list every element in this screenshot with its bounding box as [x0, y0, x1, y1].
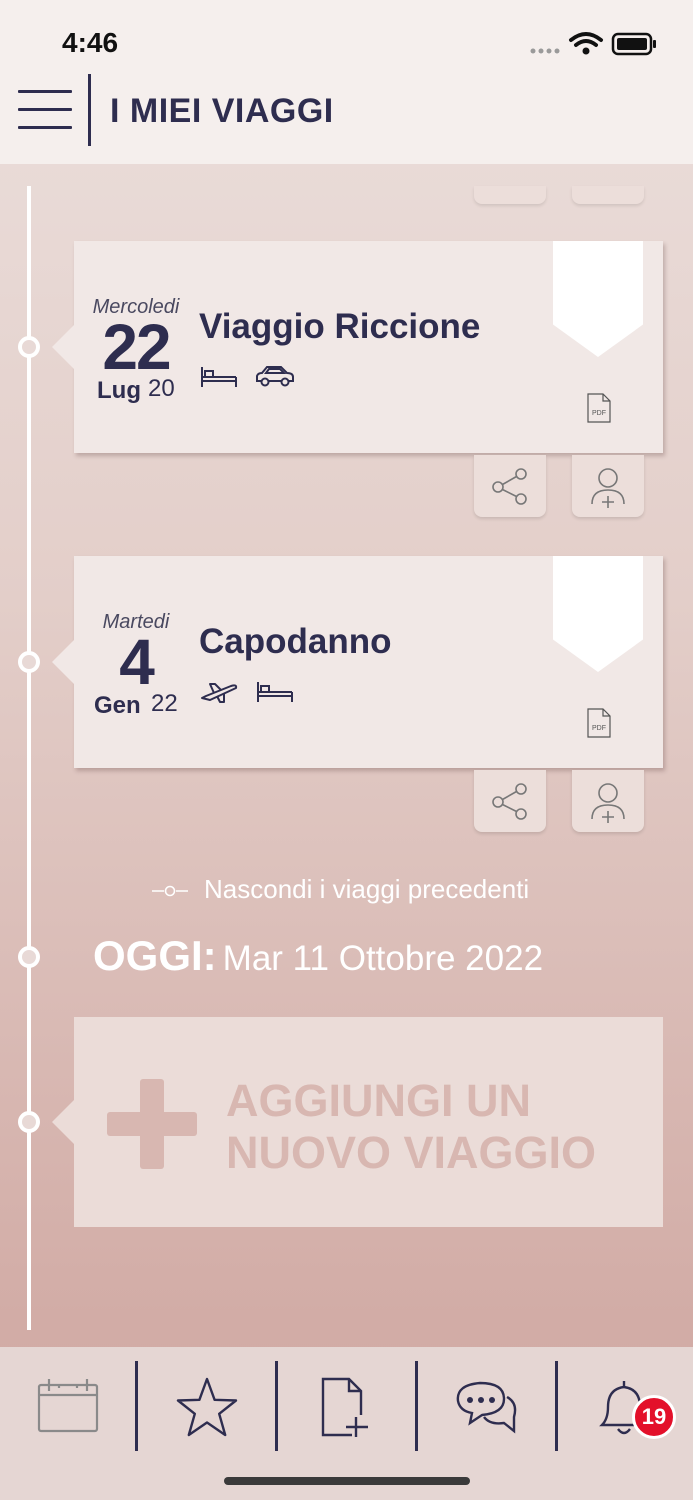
timeline-dot [18, 1111, 40, 1133]
page-title: I MIEI VIAGGI [110, 92, 334, 130]
add-document-icon[interactable] [312, 1375, 382, 1439]
today-row: OGGI: Mar 11 Ottobre 2022 [93, 932, 543, 980]
share-button-partial[interactable] [474, 186, 546, 204]
hide-previous-trips-link[interactable]: Nascondi i viaggi precedenti [152, 874, 529, 905]
trip-title[interactable]: Capodanno [199, 622, 391, 662]
trip-year: 22 [151, 690, 178, 717]
timeline-toggle-icon [152, 885, 188, 897]
pdf-icon[interactable]: PDF [587, 708, 611, 738]
share-icon [492, 468, 527, 505]
wifi-icon [569, 32, 603, 47]
bed-icon [201, 367, 237, 387]
status-time: 4:46 [62, 27, 119, 58]
share-icon [492, 783, 527, 820]
add-person-icon [591, 468, 625, 508]
trip-title[interactable]: Viaggio Riccione [199, 307, 480, 347]
menu-icon[interactable] [18, 90, 72, 132]
bookmark-ribbon[interactable] [553, 556, 643, 672]
trip-card[interactable]: Martedi 4 Gen 22 Capodanno PDF [52, 556, 663, 768]
trip-day: 22 [102, 311, 171, 383]
card-notch [52, 325, 74, 369]
home-indicator [224, 1477, 470, 1485]
timeline-dot [18, 651, 40, 673]
trip-month: Lug [97, 377, 141, 404]
card-notch [52, 640, 74, 684]
pdf-label: PDF [592, 725, 606, 732]
card-notch [52, 1100, 74, 1144]
trip-year: 20 [148, 375, 175, 402]
trip-day: 4 [119, 626, 155, 698]
share-button[interactable] [474, 770, 546, 832]
status-bar: 4:46 [0, 0, 693, 80]
today-date: Mar 11 Ottobre 2022 [222, 939, 544, 978]
add-person-button[interactable] [572, 455, 644, 517]
bed-icon [257, 682, 293, 702]
trip-card[interactable]: Mercoledi 22 Lug 20 Viaggio Riccione PDF [52, 241, 663, 453]
calendar-icon[interactable] [34, 1375, 104, 1439]
timeline-dot [18, 336, 40, 358]
app-header: I MIEI VIAGGI [0, 74, 693, 164]
signal-dots-icon [530, 48, 560, 54]
battery-icon [611, 32, 656, 56]
plane-icon [201, 683, 238, 703]
status-icons [530, 32, 656, 56]
pdf-label: PDF [592, 410, 606, 417]
today-label: OGGI: [93, 932, 217, 979]
star-icon[interactable] [172, 1375, 242, 1439]
car-icon [256, 366, 294, 387]
add-trip-button[interactable]: AGGIUNGI UN NUOVO VIAGGIO [52, 1017, 663, 1227]
bookmark-ribbon[interactable] [553, 241, 643, 357]
pdf-icon[interactable]: PDF [587, 393, 611, 423]
tab-separator [135, 1361, 138, 1451]
notification-badge[interactable]: 19 [632, 1395, 676, 1439]
add-trip-line2: NUOVO VIAGGIO [226, 1127, 597, 1178]
timeline-dot [18, 946, 40, 968]
add-person-icon [591, 783, 625, 823]
add-person-button[interactable] [572, 770, 644, 832]
add-trip-line1: AGGIUNGI UN [226, 1075, 532, 1126]
hide-previous-label: Nascondi i viaggi precedenti [204, 874, 530, 904]
chat-icon[interactable] [452, 1375, 522, 1439]
share-button[interactable] [474, 455, 546, 517]
add-trip-label: AGGIUNGI UN NUOVO VIAGGIO [226, 1075, 596, 1179]
tab-separator [275, 1361, 278, 1451]
add-person-button-partial[interactable] [572, 186, 644, 204]
trip-month: Gen [94, 692, 141, 719]
tab-separator [555, 1361, 558, 1451]
plus-icon [107, 1112, 197, 1136]
header-divider [88, 74, 91, 146]
tab-separator [415, 1361, 418, 1451]
